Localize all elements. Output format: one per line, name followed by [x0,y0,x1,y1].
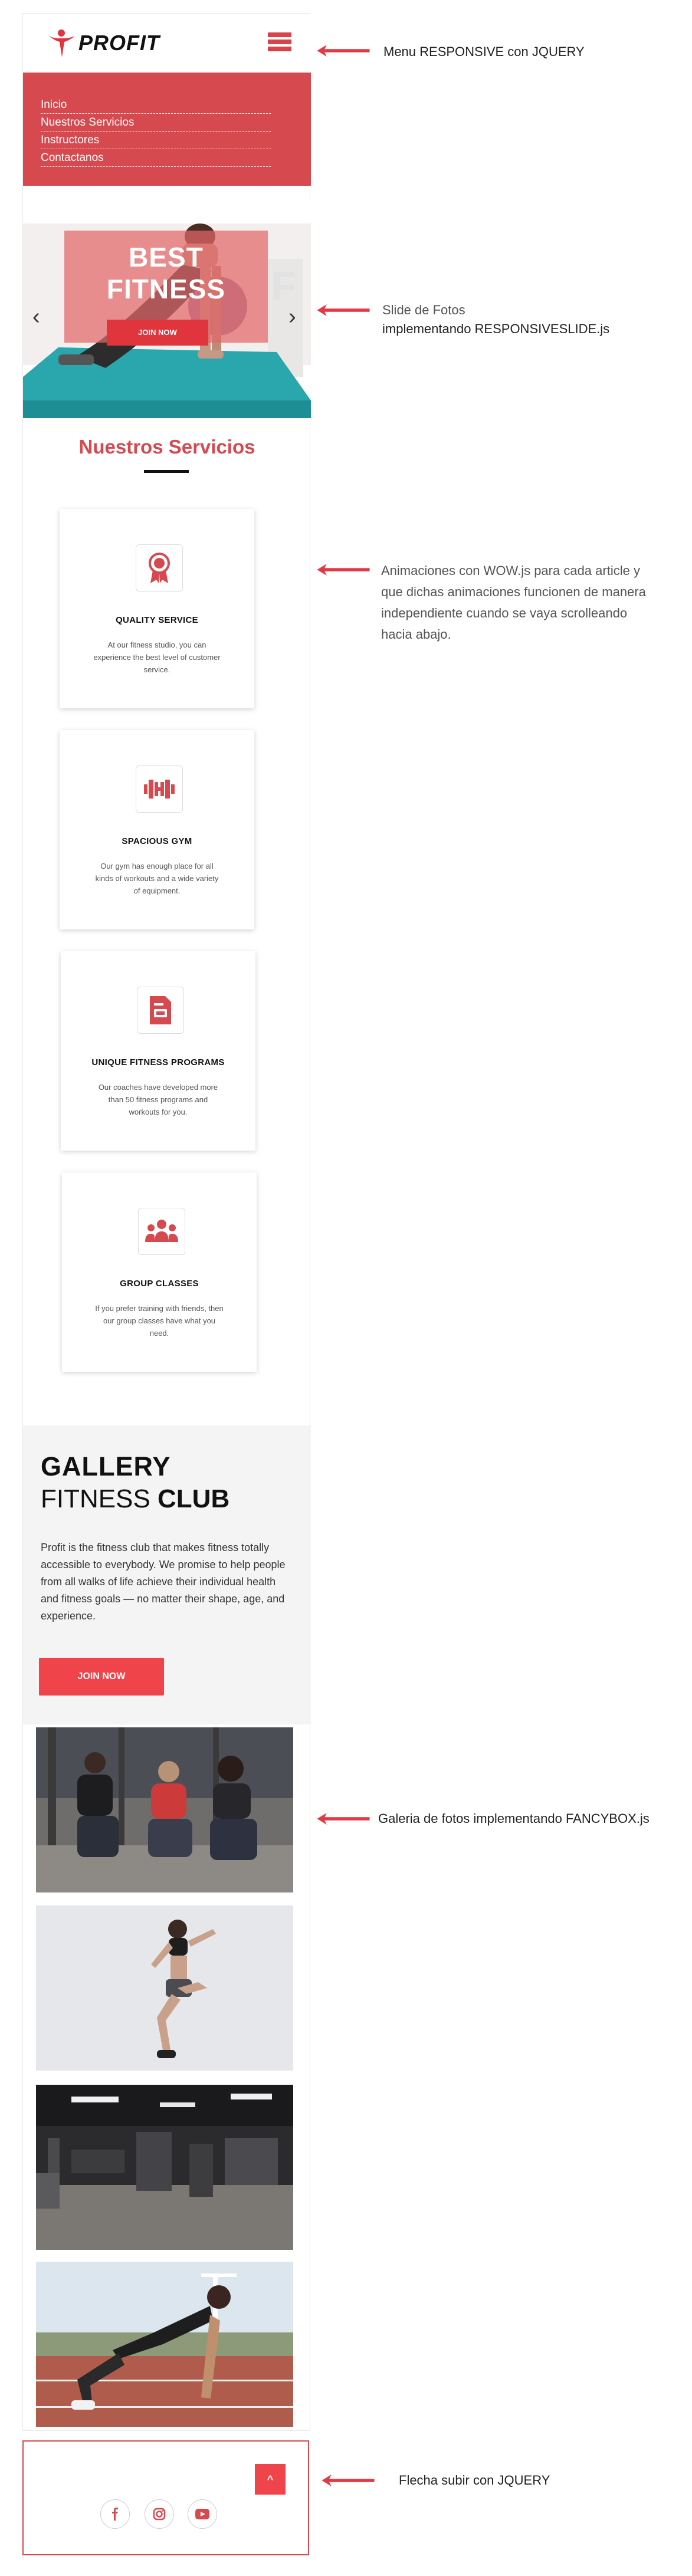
gallery-section: GALLERY FITNESS CLUB Profit is the fitne… [23,1425,311,1724]
slide-title-line2: FITNESS [106,274,226,304]
annotation-wow: Animaciones con WOW.js para cada article… [381,560,646,645]
annotation-wow-line4: hacia abajo. [381,627,451,642]
card-text: If you prefer training with friends, the… [95,1304,224,1338]
hamburger-menu-button[interactable] [268,32,291,54]
gallery-sub-light: FITNESS [41,1484,150,1513]
mobile-page: PROFIT Inicio Nuestros Servicios Instruc… [22,13,311,2431]
menu-item-contactanos[interactable]: Contactanos [41,149,271,167]
gallery-photo-runner[interactable] [36,1905,293,2071]
annotation-arrow-icon [317,304,370,316]
annotation-slide: Slide de Fotos implementando RESPONSIVES… [382,301,609,339]
title-underline [144,470,189,473]
chevron-up-icon: ^ [267,2473,274,2485]
annotation-slide-line2: implementando RESPONSIVESLIDE.js [382,321,610,336]
services-title: Nuestros Servicios [78,436,255,458]
logo-figure-icon [49,29,75,57]
instagram-icon[interactable] [145,2499,174,2529]
logo[interactable]: PROFIT [47,28,160,58]
slide-title-line1: BEST [129,242,204,272]
annotation-arrow-icon [317,564,370,576]
service-card: SPACIOUS GYM Our gym has enough place fo… [60,730,254,929]
gallery-paragraph: Profit is the fitness club that makes fi… [41,1542,286,1622]
gallery-subheading: FITNESS CLUB [41,1484,229,1514]
dumbbell-icon [136,765,183,813]
hamburger-bar [268,32,291,37]
card-title: QUALITY SERVICE [116,615,198,625]
gallery-photo-group[interactable] [36,1727,293,1892]
hamburger-bar [268,40,291,44]
site-header: PROFIT [23,14,311,73]
annotation-menu: Menu RESPONSIVE con JQUERY [383,44,585,59]
gallery-join-button[interactable]: JOIN NOW [39,1658,164,1696]
card-title: UNIQUE FITNESS PROGRAMS [91,1057,225,1067]
annotation-slide-line1: Slide de Fotos [382,303,465,317]
card-title: SPACIOUS GYM [122,836,192,846]
svg-text:F: F [271,263,296,309]
menu-item-servicios[interactable]: Nuestros Servicios [41,114,271,132]
gallery-photo-sprinter[interactable] [36,2262,293,2427]
annotation-arrow-icon [322,2475,375,2486]
annotation-arrow-up: Flecha subir con JQUERY [399,2473,550,2488]
annotation-wow-line1: Animaciones con WOW.js para cada article… [381,563,640,578]
card-text: Our gym has enough place for all kinds o… [95,862,219,895]
site-footer: ^ [22,2440,309,2555]
card-text: At our fitness studio, you can experienc… [93,640,221,674]
slide-title: BEST FITNESS [64,241,268,305]
menu-item-inicio[interactable]: Inicio [41,96,271,114]
slide-join-button[interactable]: JOIN NOW [107,320,208,346]
card-title: GROUP CLASSES [120,1279,199,1289]
gallery-sub-bold: CLUB [158,1484,230,1513]
group-icon [138,1208,185,1255]
annotation-arrow-icon [317,1813,370,1825]
youtube-icon[interactable] [188,2499,217,2529]
card-text: Our coaches have developed more than 50 … [98,1083,218,1116]
award-icon [136,544,183,592]
slider-prev-icon[interactable]: ‹ [32,305,40,328]
scroll-to-top-button[interactable]: ^ [255,2464,286,2495]
menu-item-instructores[interactable]: Instructores [41,132,271,149]
service-card: UNIQUE FITNESS PROGRAMS Our coaches have… [61,951,255,1151]
slider-next-icon[interactable]: › [288,305,296,328]
annotation-wow-line3: independiente cuando se vaya scrolleando [381,606,628,620]
responsive-menu: Inicio Nuestros Servicios Instructores C… [23,73,311,186]
service-card: QUALITY SERVICE At our fitness studio, y… [60,509,254,708]
service-card: GROUP CLASSES If you prefer training wit… [62,1172,257,1372]
hamburger-bar [268,47,291,51]
photo-slider[interactable]: F BEST FITNESS JOIN NOW ‹ › [23,200,311,418]
annotation-wow-line2: que dichas animaciones funcionen de mane… [381,584,646,599]
gallery-heading: GALLERY [41,1451,171,1481]
document-icon [137,987,184,1034]
facebook-icon[interactable] [100,2499,130,2529]
annotation-arrow-icon [317,45,370,57]
gallery-photo-gym[interactable] [36,2085,293,2250]
annotation-gallery: Galeria de fotos implementando FANCYBOX.… [378,1811,650,1826]
logo-text: PROFIT [78,31,160,55]
